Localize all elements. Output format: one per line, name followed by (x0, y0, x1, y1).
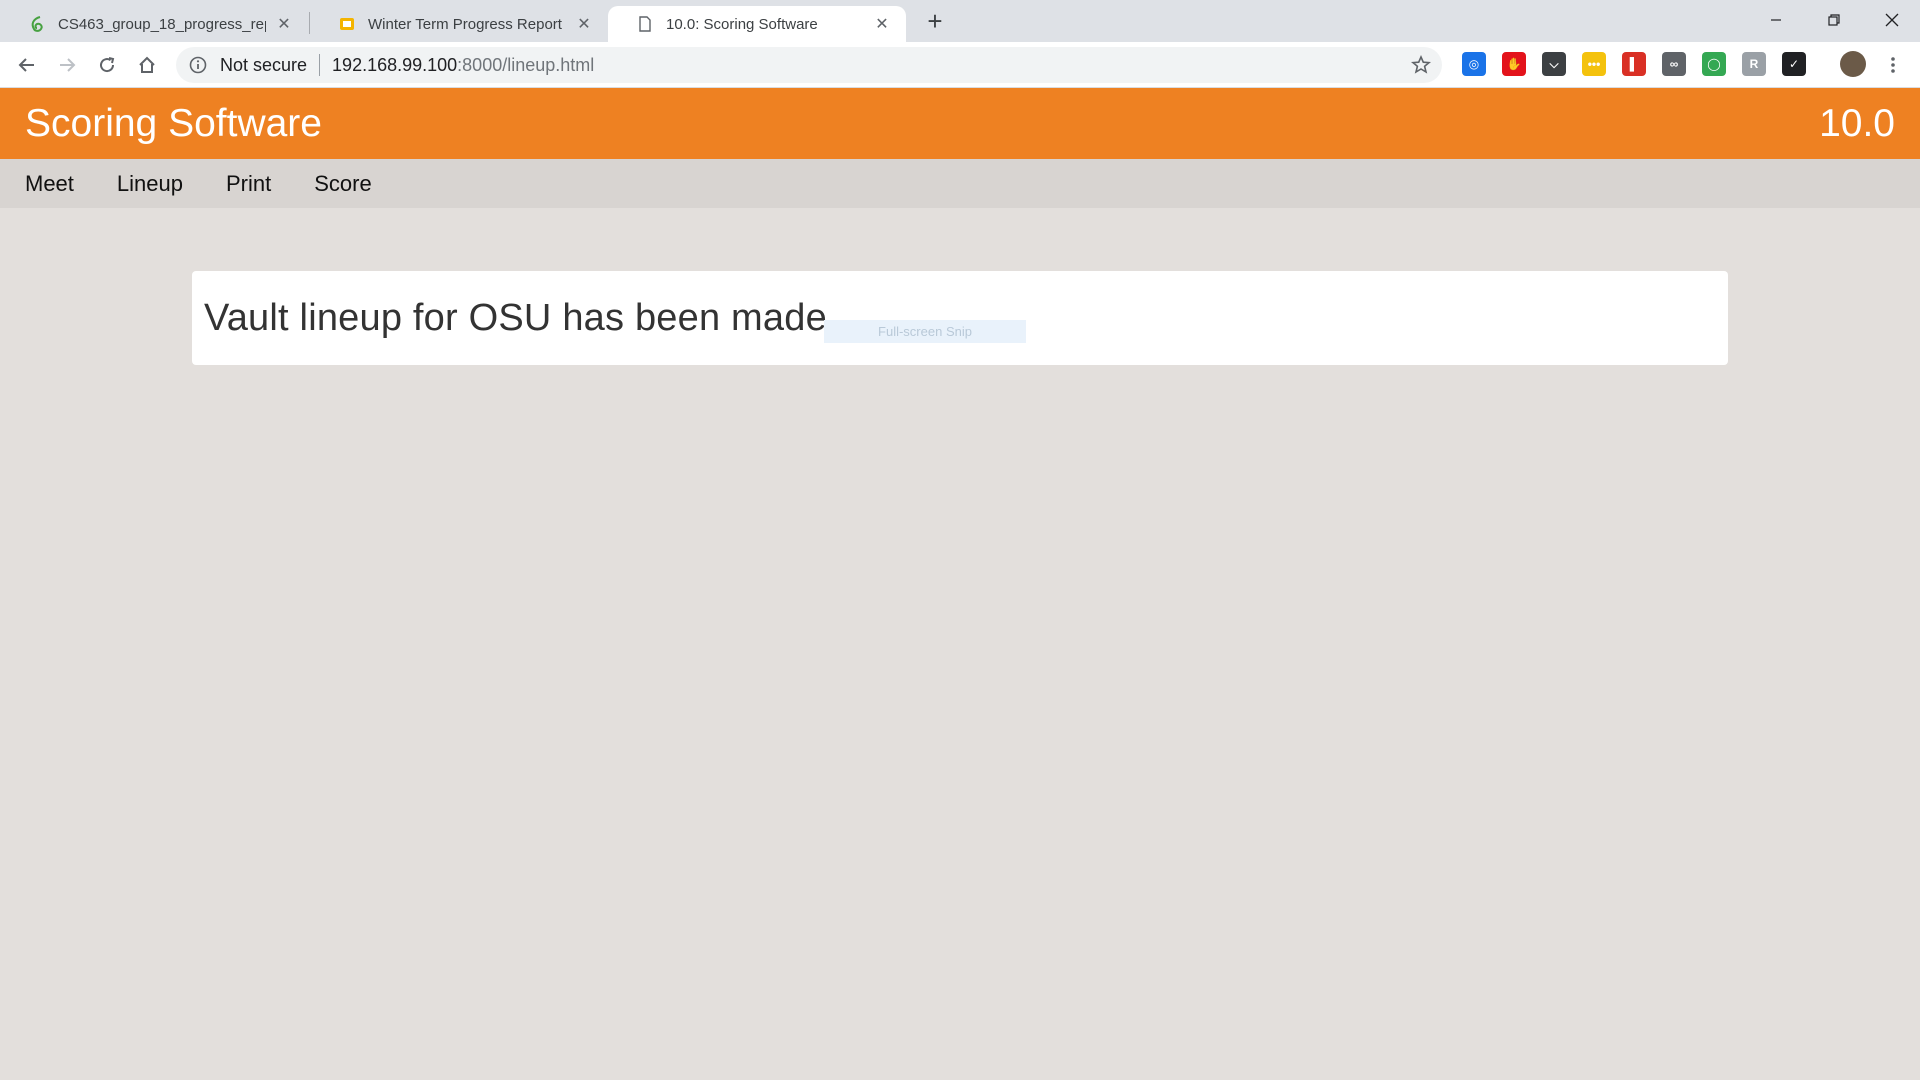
browser-toolbar: Not secure 192.168.99.100:8000/lineup.ht… (0, 42, 1920, 88)
tab-overleaf[interactable]: CS463_group_18_progress_report ✕ (0, 6, 308, 42)
owl-extension[interactable]: ∞ (1662, 52, 1686, 76)
close-icon[interactable]: ✕ (574, 14, 594, 34)
confirmation-message: Vault lineup for OSU has been made. (204, 297, 838, 339)
red-book-extension[interactable]: ▌ (1622, 52, 1646, 76)
url-path: :8000/lineup.html (457, 54, 595, 75)
close-icon[interactable]: ✕ (872, 14, 892, 34)
overleaf-leaf-icon (28, 15, 46, 33)
yellow-check-extension[interactable]: ✓ (1782, 52, 1806, 76)
profile-avatar[interactable] (1840, 51, 1866, 77)
grey-r-extension[interactable]: R (1742, 52, 1766, 76)
home-icon[interactable] (130, 48, 164, 82)
security-label[interactable]: Not secure (220, 55, 307, 76)
app-header: Scoring Software 10.0 (0, 88, 1920, 159)
back-arrow-icon[interactable] (10, 48, 44, 82)
google-slides-icon (338, 15, 356, 33)
notes-extension[interactable]: ••• (1582, 52, 1606, 76)
confirmation-card: Vault lineup for OSU has been made. Full… (192, 271, 1728, 365)
blue-circle-extension[interactable]: ◎ (1462, 52, 1486, 76)
new-tab-button[interactable]: + (920, 6, 950, 36)
browser-tab-strip: CS463_group_18_progress_report ✕ Winter … (0, 0, 1920, 42)
address-bar[interactable]: Not secure 192.168.99.100:8000/lineup.ht… (176, 47, 1442, 83)
nav-lineup[interactable]: Lineup (117, 171, 183, 197)
snip-overlay: Full-screen Snip (824, 320, 1026, 343)
nav-meet[interactable]: Meet (25, 171, 74, 197)
nav-score[interactable]: Score (314, 171, 371, 197)
reload-icon[interactable] (90, 48, 124, 82)
tab-scoring-software[interactable]: 10.0: Scoring Software ✕ (608, 6, 906, 42)
minimize-icon[interactable] (1748, 0, 1804, 40)
tab-title: 10.0: Scoring Software (666, 15, 818, 33)
pocket-extension[interactable]: ⌵ (1542, 52, 1566, 76)
tab-title: Winter Term Progress Report - Google Sli… (368, 15, 566, 33)
app-nav: Meet Lineup Print Score (0, 159, 1920, 208)
bookmark-star-icon[interactable] (1410, 54, 1432, 76)
app-title: Scoring Software (25, 102, 322, 145)
restore-icon[interactable] (1806, 0, 1862, 40)
url-host: 192.168.99.100 (332, 54, 458, 75)
close-icon[interactable]: ✕ (274, 14, 294, 34)
info-icon[interactable] (188, 55, 208, 75)
tab-title: CS463_group_18_progress_report (58, 15, 266, 33)
page-icon (636, 15, 654, 33)
adblock-extension[interactable]: ✋ (1502, 52, 1526, 76)
forward-arrow-icon[interactable] (50, 48, 84, 82)
green-leaf-extension[interactable]: ◯ (1702, 52, 1726, 76)
tab-google-slides[interactable]: Winter Term Progress Report - Google Sli… (310, 6, 608, 42)
app-version: 10.0 (1819, 102, 1895, 145)
kebab-menu-icon[interactable] (1876, 48, 1910, 82)
nav-print[interactable]: Print (226, 171, 271, 197)
window-close-icon[interactable] (1864, 0, 1920, 40)
omnibox-divider (319, 54, 321, 76)
